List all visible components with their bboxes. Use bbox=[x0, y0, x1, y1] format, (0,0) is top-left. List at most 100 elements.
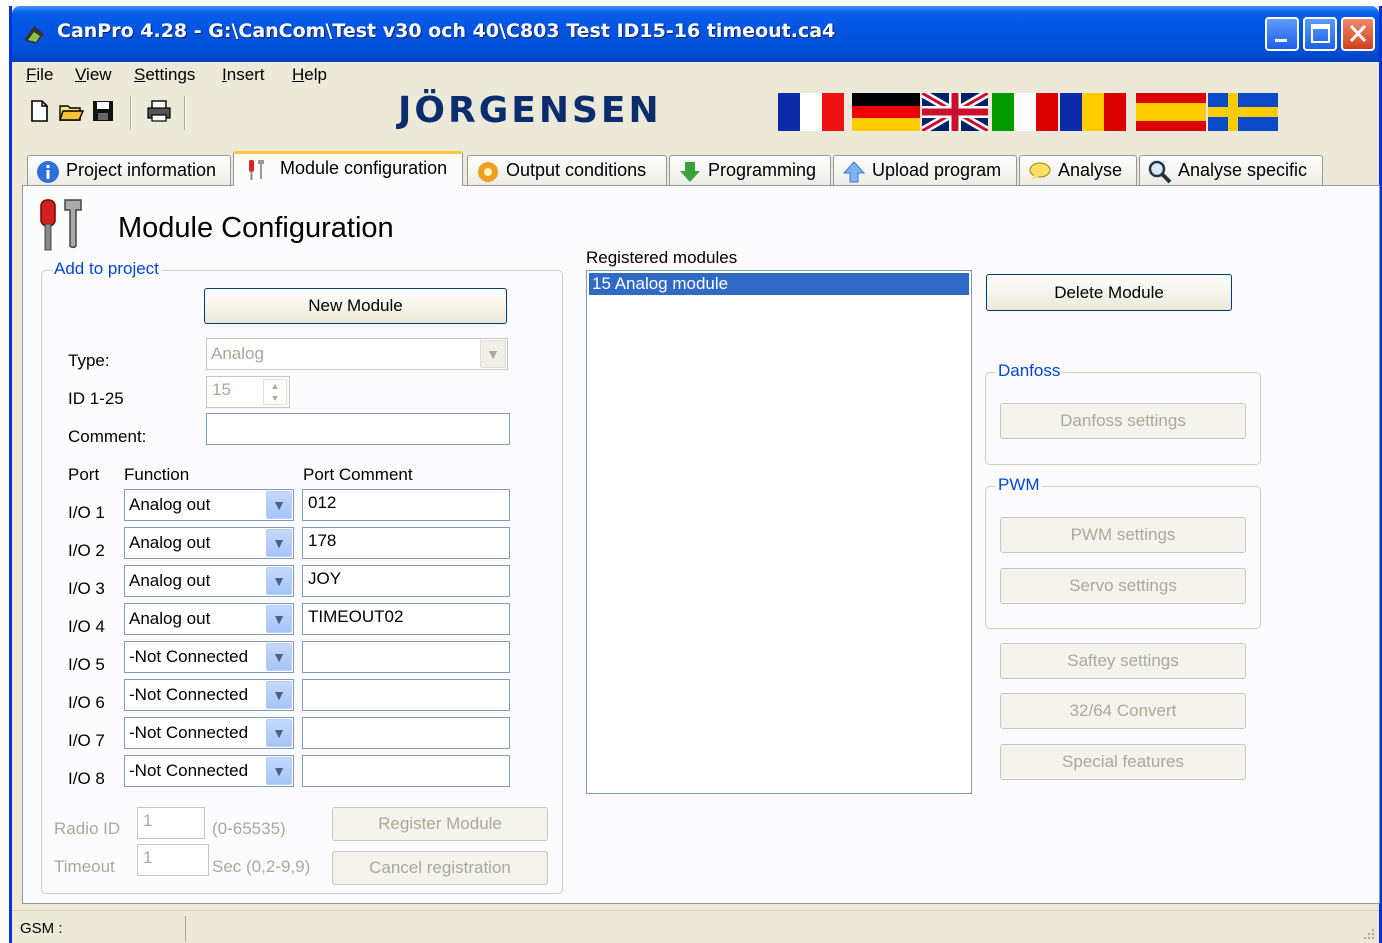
port-label: I/O 1 bbox=[68, 503, 105, 522]
list-item[interactable]: 15 Analog module bbox=[589, 273, 969, 295]
tab-analyse[interactable]: Analyse bbox=[1019, 155, 1137, 185]
tab-label: Upload program bbox=[872, 160, 1002, 180]
special-features-button[interactable]: Special features bbox=[1000, 744, 1246, 780]
tab-label: Analyse bbox=[1058, 160, 1123, 180]
gear-icon bbox=[478, 162, 498, 182]
new-file-icon[interactable] bbox=[26, 98, 52, 124]
radio-id-input[interactable]: 1 bbox=[137, 807, 205, 839]
danfoss-settings-button[interactable]: Danfoss settings bbox=[1000, 403, 1246, 439]
port-function-select[interactable]: Analog out ▼ bbox=[124, 565, 294, 597]
toolbar-separator bbox=[184, 96, 186, 130]
tab-label: Analyse specific bbox=[1178, 160, 1308, 180]
port-comment-input[interactable] bbox=[302, 717, 510, 749]
port-column-header: Port bbox=[68, 465, 100, 484]
port-function-select[interactable]: -Not Connected ▼ bbox=[124, 679, 294, 711]
tab-upload-program[interactable]: Upload program bbox=[833, 155, 1017, 185]
tab-project-information[interactable]: Project information bbox=[27, 155, 231, 185]
port-label: I/O 7 bbox=[68, 731, 105, 750]
safety-settings-button[interactable]: Saftey settings bbox=[1000, 643, 1246, 679]
delete-module-button[interactable]: Delete Module bbox=[986, 274, 1232, 311]
minimize-icon bbox=[1275, 39, 1287, 42]
menu-insert[interactable]: Insert bbox=[222, 65, 265, 85]
app-window: CanPro 4.28 - G:\CanCom\Test v30 och 40\… bbox=[9, 6, 1382, 943]
registered-modules-label: Registered modules bbox=[586, 248, 738, 267]
chevron-down-icon: ▼ bbox=[266, 605, 292, 633]
minimize-button[interactable] bbox=[1265, 17, 1299, 51]
type-select[interactable]: Analog ▼ bbox=[206, 338, 508, 370]
port-comment-input[interactable] bbox=[302, 755, 510, 787]
port-comment-input[interactable] bbox=[302, 641, 510, 673]
maximize-button[interactable] bbox=[1303, 17, 1337, 51]
save-icon[interactable] bbox=[90, 98, 116, 124]
menu-settings[interactable]: Settings bbox=[134, 65, 195, 85]
menu-file[interactable]: File bbox=[26, 65, 53, 85]
pwm-settings-button[interactable]: PWM settings bbox=[1000, 517, 1246, 553]
port-comment-input[interactable]: 012 bbox=[302, 489, 510, 521]
tab-programming[interactable]: Programming bbox=[669, 155, 831, 185]
flag-united-kingdom-icon[interactable] bbox=[922, 93, 988, 131]
port-function-select[interactable]: Analog out ▼ bbox=[124, 527, 294, 559]
chevron-down-icon: ▼ bbox=[480, 340, 506, 368]
id-stepper[interactable]: 15 ▲ ▼ bbox=[206, 376, 290, 408]
status-bar: GSM : bbox=[12, 910, 1379, 943]
port-function-select[interactable]: Analog out ▼ bbox=[124, 603, 294, 635]
comment-input[interactable] bbox=[206, 413, 510, 445]
port-label: I/O 6 bbox=[68, 693, 105, 712]
title-bar[interactable]: CanPro 4.28 - G:\CanCom\Test v30 och 40\… bbox=[12, 6, 1379, 62]
close-button[interactable] bbox=[1341, 17, 1375, 51]
tab-output-conditions[interactable]: Output conditions bbox=[467, 155, 667, 185]
info-icon bbox=[37, 161, 59, 183]
brand-logo: JÖRGENSEN bbox=[398, 90, 662, 131]
port-comment-input[interactable]: 178 bbox=[302, 527, 510, 559]
flag-spain-icon[interactable] bbox=[1136, 93, 1206, 131]
port-label: I/O 3 bbox=[68, 579, 105, 598]
radio-id-label: Radio ID bbox=[54, 819, 121, 838]
radio-id-range: (0-65535) bbox=[212, 819, 286, 838]
flag-sweden-icon[interactable] bbox=[1208, 93, 1278, 131]
port-label: I/O 2 bbox=[68, 541, 105, 560]
port-function-select[interactable]: -Not Connected ▼ bbox=[124, 755, 294, 787]
tab-analyse-specific[interactable]: Analyse specific bbox=[1139, 155, 1323, 185]
port-comment-input[interactable]: JOY bbox=[302, 565, 510, 597]
chevron-down-icon: ▼ bbox=[266, 567, 292, 595]
toolbar: JÖRGENSEN bbox=[12, 88, 1379, 154]
open-folder-icon[interactable] bbox=[58, 98, 84, 124]
port-comment-input[interactable] bbox=[302, 679, 510, 711]
chevron-down-icon: ▼ bbox=[266, 643, 292, 671]
type-select-value: Analog bbox=[211, 344, 264, 363]
port-function-select[interactable]: -Not Connected ▼ bbox=[124, 717, 294, 749]
chevron-down-icon: ▼ bbox=[266, 491, 292, 519]
pwm-group: PWM PWM settings Servo settings bbox=[985, 475, 1261, 629]
servo-settings-button[interactable]: Servo settings bbox=[1000, 568, 1246, 604]
type-label: Type: bbox=[68, 351, 110, 370]
chevron-down-icon: ▼ bbox=[266, 681, 292, 709]
flag-romania-icon[interactable] bbox=[1060, 93, 1126, 131]
port-label: I/O 8 bbox=[68, 769, 105, 788]
timeout-input[interactable]: 1 bbox=[137, 844, 209, 876]
convert-32-64-button[interactable]: 32/64 Convert bbox=[1000, 693, 1246, 729]
window-title: CanPro 4.28 - G:\CanCom\Test v30 och 40\… bbox=[57, 20, 836, 42]
port-comment-input[interactable]: TIMEOUT02 bbox=[302, 603, 510, 635]
new-module-button[interactable]: New Module bbox=[204, 288, 507, 324]
danfoss-group: Danfoss Danfoss settings bbox=[985, 361, 1261, 465]
chevron-down-icon: ▼ bbox=[266, 529, 292, 557]
register-module-button[interactable]: Register Module bbox=[332, 807, 548, 841]
registered-modules-list[interactable]: 15 Analog module bbox=[586, 270, 972, 794]
speech-bubble-icon bbox=[1029, 162, 1051, 181]
flag-italy-icon[interactable] bbox=[992, 93, 1058, 131]
comment-label: Comment: bbox=[68, 427, 147, 446]
port-function-select[interactable]: -Not Connected ▼ bbox=[124, 641, 294, 673]
port-function-select[interactable]: Analog out ▼ bbox=[124, 489, 294, 521]
menu-help[interactable]: Help bbox=[292, 65, 327, 85]
resize-grip-icon[interactable] bbox=[1361, 926, 1375, 940]
id-label: ID 1-25 bbox=[68, 389, 124, 408]
spinner-arrows-icon[interactable]: ▲ ▼ bbox=[263, 379, 287, 405]
page-title: Module Configuration bbox=[118, 212, 394, 244]
menu-view[interactable]: View bbox=[75, 65, 112, 85]
tab-module-configuration[interactable]: Module configuration bbox=[233, 151, 463, 186]
cancel-registration-button[interactable]: Cancel registration bbox=[332, 851, 548, 885]
flag-france-icon[interactable] bbox=[778, 93, 844, 131]
print-icon[interactable] bbox=[146, 98, 172, 124]
flag-germany-icon[interactable] bbox=[852, 93, 920, 131]
app-icon bbox=[24, 26, 44, 44]
